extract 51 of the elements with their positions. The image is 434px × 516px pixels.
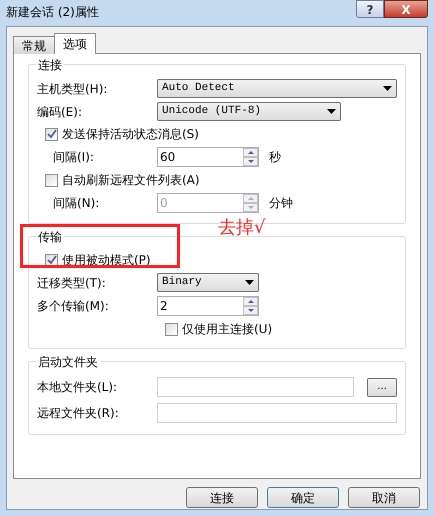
checkbox[interactable]	[165, 322, 178, 336]
field-label: 迁移类型(T):	[37, 274, 107, 292]
group-legend: 连接	[36, 56, 64, 74]
field-label: 多个传输(M):	[37, 298, 110, 315]
checkmark-icon	[46, 129, 56, 139]
dropdown-arrow-icon	[327, 109, 336, 114]
checkbox[interactable]	[45, 174, 58, 186]
annotation-note: 去掉√	[218, 216, 266, 240]
checkbox[interactable]	[45, 254, 58, 266]
up-arrow-icon	[248, 300, 254, 303]
group-legend: 传输	[36, 228, 64, 246]
field-label: 间隔(I):	[52, 149, 95, 166]
text-field[interactable]	[157, 377, 354, 397]
down-arrow-icon	[248, 206, 254, 209]
window-title: 新建会话 (2)属性	[6, 4, 99, 21]
dialog-button[interactable]: 确定	[267, 487, 339, 508]
field-label: 编码(E):	[37, 104, 83, 120]
field-label: 间隔(N):	[52, 195, 100, 212]
dropdown-arrow-icon	[245, 280, 254, 285]
field-label: 主机类型(H):	[37, 80, 108, 98]
field-label: 本地文件夹(L):	[37, 379, 118, 396]
dropdown[interactable]: Binary	[157, 273, 259, 292]
number-field[interactable]: 60	[157, 147, 259, 167]
text-field[interactable]	[157, 403, 397, 423]
spin-up-button[interactable]	[243, 297, 258, 306]
spin-down-button[interactable]	[243, 157, 258, 166]
browse-button[interactable]: ...	[367, 378, 397, 396]
tab[interactable]: 常规	[13, 36, 55, 54]
dialog-button[interactable]: 连接	[186, 487, 258, 508]
unit-label: 秒	[269, 149, 281, 166]
down-arrow-icon	[248, 160, 254, 163]
help-button[interactable]: ?	[356, 0, 384, 18]
checkbox[interactable]	[45, 128, 58, 140]
checkbox-label: 自动刷新远程文件列表(A)	[62, 172, 200, 189]
dialog-button[interactable]: 取消	[348, 487, 420, 508]
dropdown[interactable]: Unicode (UTF-8)	[157, 102, 341, 121]
unit-label: 分钟	[269, 195, 293, 212]
checkmark-icon	[46, 255, 56, 265]
spin-down-button[interactable]	[243, 306, 258, 315]
number-field[interactable]: 2	[157, 296, 259, 316]
spin-up-button[interactable]	[243, 148, 258, 157]
up-arrow-icon	[248, 197, 254, 200]
checkbox-label: 仅使用主连接(U)	[182, 321, 272, 338]
group-legend: 启动文件夹	[36, 353, 100, 371]
up-arrow-icon	[248, 151, 254, 154]
down-arrow-icon	[248, 309, 254, 312]
tab[interactable]: 选项	[54, 33, 96, 54]
checkbox-label: 发送保持活动状态消息(S)	[62, 126, 199, 143]
field-label: 远程文件夹(R):	[37, 405, 120, 422]
dropdown[interactable]: Auto Detect	[157, 79, 397, 98]
dropdown-arrow-icon	[383, 86, 392, 91]
